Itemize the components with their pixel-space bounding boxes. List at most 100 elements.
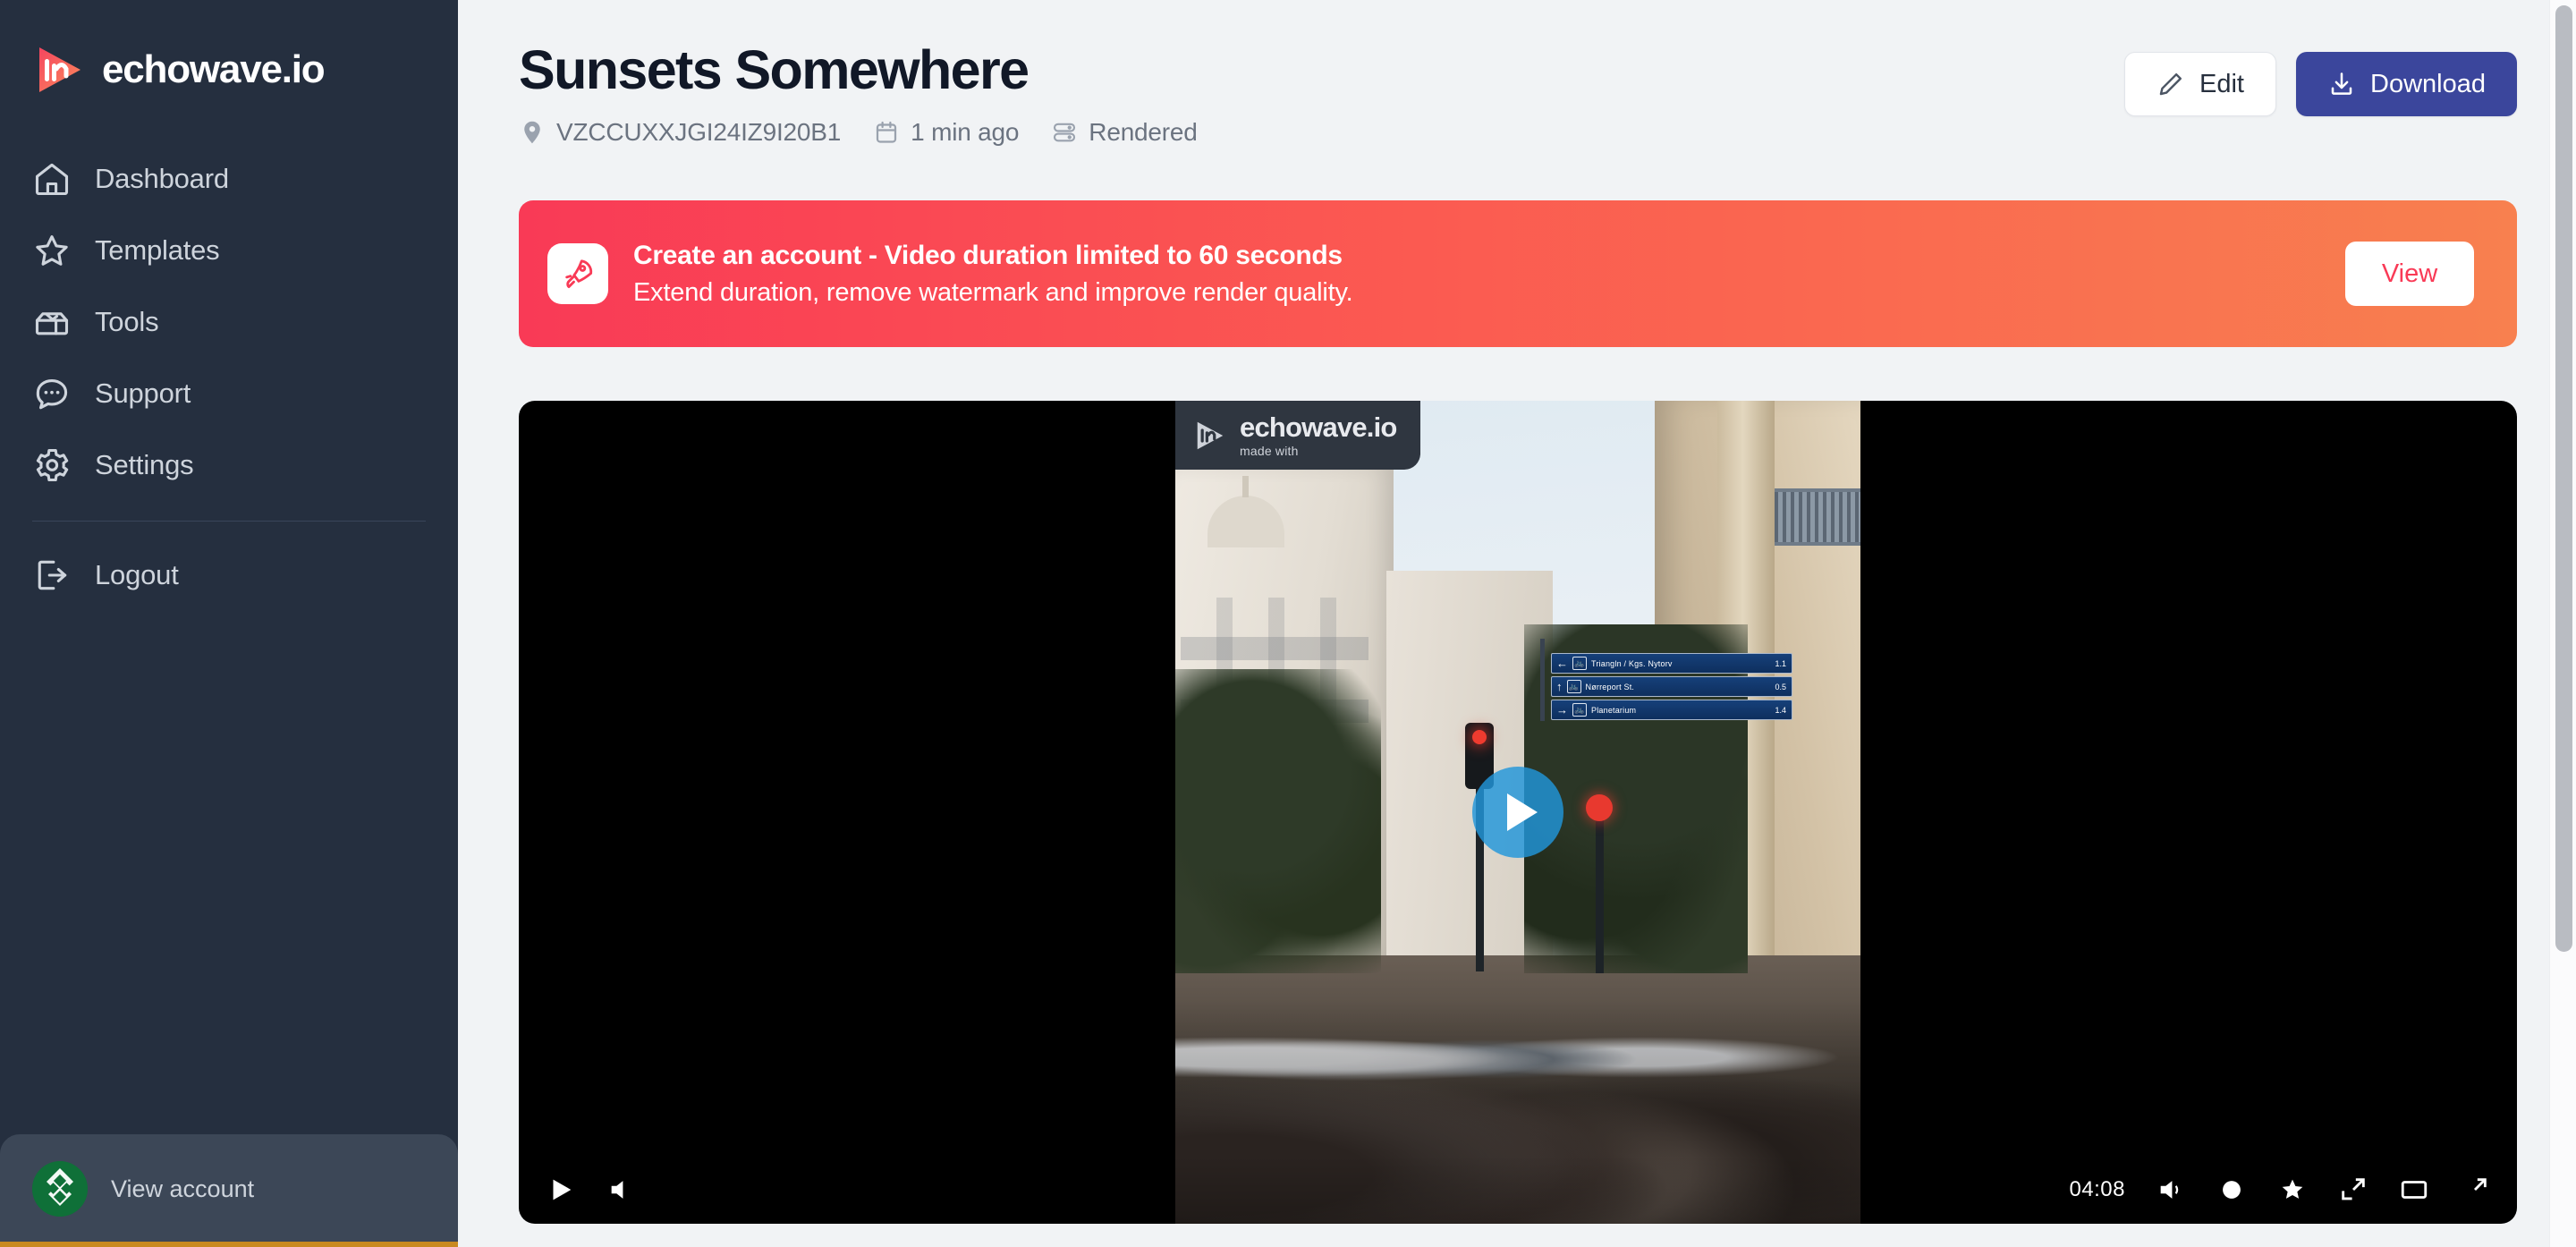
- view-account-button[interactable]: View account: [0, 1134, 458, 1247]
- sidebar-nav: Dashboard Templates Tools Support Settin…: [0, 143, 458, 611]
- scene-sign-post: [1540, 639, 1545, 722]
- sidebar-item-logout[interactable]: Logout: [0, 539, 458, 611]
- app-root: echowave.io Dashboard Templates Tools Su…: [0, 0, 2576, 1247]
- watermark-name: echowave.io: [1240, 411, 1397, 444]
- sidebar-item-label: Settings: [95, 449, 194, 480]
- server-icon: [1051, 119, 1078, 146]
- sidebar-item-label: Tools: [95, 306, 159, 337]
- scene-street-signs: ← 🚲 Triangln / Kgs. Nytorv 1.1 ↑ 🚲 Nørre…: [1540, 639, 1792, 725]
- arrow-up-icon: ↑: [1556, 680, 1563, 694]
- scene-trees-left: [1175, 669, 1381, 974]
- picture-in-picture-icon[interactable]: [2338, 1175, 2368, 1205]
- echowave-play-logo-icon: [1193, 419, 1227, 453]
- edit-button-label: Edit: [2199, 69, 2244, 98]
- play-icon[interactable]: [546, 1175, 576, 1205]
- upgrade-banner: Create an account - Video duration limit…: [519, 200, 2517, 348]
- watermark-text: echowave.io made with: [1240, 413, 1397, 457]
- banner-text: Create an account - Video duration limit…: [633, 241, 2345, 308]
- metadata-time-text: 1 min ago: [911, 118, 1020, 147]
- video-controls-left: [546, 1175, 637, 1205]
- sidebar-item-tools[interactable]: Tools: [0, 286, 458, 358]
- cog-icon[interactable]: [2216, 1175, 2247, 1205]
- sidebar: echowave.io Dashboard Templates Tools Su…: [0, 0, 458, 1247]
- gear-icon: [32, 445, 72, 485]
- bicycle-icon: 🚲: [1566, 680, 1581, 694]
- metadata-id: VZCCUXXJGI24IZ9I20B1: [519, 118, 841, 147]
- bicycle-icon: 🚲: [1572, 657, 1587, 671]
- page-scrollbar[interactable]: [2549, 0, 2576, 1247]
- home-icon: [32, 159, 72, 199]
- video-time: 04:08: [2069, 1177, 2125, 1202]
- watermark-subtitle: made with: [1240, 444, 1299, 459]
- location-pin-icon: [519, 119, 546, 146]
- street-sign-distance: 1.1: [1775, 658, 1786, 668]
- scrollbar-thumb[interactable]: [2555, 5, 2572, 952]
- video-player[interactable]: ← 🚲 Triangln / Kgs. Nytorv 1.1 ↑ 🚲 Nørre…: [519, 401, 2517, 1225]
- street-sign-distance: 1.4: [1775, 705, 1786, 715]
- sidebar-divider: [32, 521, 426, 522]
- sidebar-item-label: Logout: [95, 559, 179, 590]
- star-icon: [32, 231, 72, 270]
- echowave-play-logo-icon: [32, 42, 88, 98]
- header-actions: Edit Download: [2124, 41, 2517, 116]
- page-title: Sunsets Somewhere: [519, 39, 1030, 100]
- logout-icon: [32, 556, 72, 595]
- brand[interactable]: echowave.io: [0, 0, 458, 111]
- street-sign-text: Planetarium: [1591, 705, 1637, 715]
- avatar: [32, 1161, 88, 1217]
- sidebar-item-templates[interactable]: Templates: [0, 215, 458, 286]
- brand-name: echowave.io: [102, 47, 326, 91]
- street-sign: ↑ 🚲 Nørreport St. 0.5: [1551, 676, 1792, 698]
- video-controls: 04:08: [519, 1156, 2517, 1225]
- pencil-icon: [2157, 70, 2185, 98]
- street-sign: → 🚲 Planetarium 1.4: [1551, 700, 1792, 721]
- scene-traffic-light-2: [1586, 794, 1613, 974]
- sparkle-icon[interactable]: [2277, 1175, 2308, 1205]
- street-sign: ← 🚲 Triangln / Kgs. Nytorv 1.1: [1551, 653, 1792, 674]
- speaker-icon[interactable]: [2156, 1175, 2186, 1205]
- play-button[interactable]: [1472, 767, 1563, 859]
- banner-title: Create an account - Video duration limit…: [633, 240, 1343, 270]
- arrow-right-icon: →: [1556, 703, 1568, 717]
- sidebar-item-support[interactable]: Support: [0, 358, 458, 429]
- theater-mode-icon[interactable]: [2399, 1175, 2429, 1205]
- download-icon: [2327, 70, 2356, 98]
- calendar-icon: [873, 119, 900, 146]
- rocket-icon: [547, 243, 608, 305]
- video-controls-right: 04:08: [2069, 1175, 2490, 1205]
- title-block: Sunsets Somewhere VZCCUXXJGI24IZ9I20B1 1…: [519, 41, 1198, 147]
- sidebar-item-label: Support: [95, 377, 191, 409]
- download-button[interactable]: Download: [2296, 52, 2517, 116]
- arrow-left-icon: ←: [1556, 657, 1568, 671]
- sidebar-item-label: Dashboard: [95, 163, 229, 194]
- street-sign-text: Triangln / Kgs. Nytorv: [1591, 658, 1673, 668]
- sidebar-item-dashboard[interactable]: Dashboard: [0, 143, 458, 215]
- view-account-label: View account: [111, 1175, 255, 1202]
- page-header: Sunsets Somewhere VZCCUXXJGI24IZ9I20B1 1…: [519, 0, 2517, 147]
- metadata-row: VZCCUXXJGI24IZ9I20B1 1 min ago Rendered: [519, 118, 1198, 147]
- metadata-id-text: VZCCUXXJGI24IZ9I20B1: [556, 118, 842, 147]
- chat-bubble-icon: [32, 374, 72, 413]
- download-button-label: Download: [2370, 69, 2486, 98]
- street-sign-text: Nørreport St.: [1585, 682, 1635, 691]
- status-badge: Rendered: [1089, 118, 1198, 147]
- volume-icon[interactable]: [606, 1175, 637, 1205]
- play-icon: [1507, 793, 1538, 832]
- scene-balcony: [1775, 488, 1860, 547]
- banner-subtitle: Extend duration, remove watermark and im…: [633, 277, 1353, 307]
- metadata-time: 1 min ago: [873, 118, 1019, 147]
- scene-dome: [1208, 476, 1284, 548]
- bottom-accent-strip: [0, 1242, 458, 1247]
- edit-button[interactable]: Edit: [2124, 52, 2276, 116]
- sidebar-item-label: Templates: [95, 234, 220, 266]
- bicycle-icon: 🚲: [1572, 703, 1587, 717]
- video-watermark: echowave.io made with: [1175, 401, 1420, 471]
- fullscreen-icon[interactable]: [2460, 1175, 2490, 1205]
- metadata-status: Rendered: [1051, 118, 1198, 147]
- sidebar-item-settings[interactable]: Settings: [0, 429, 458, 501]
- main-content: Sunsets Somewhere VZCCUXXJGI24IZ9I20B1 1…: [458, 0, 2576, 1247]
- banner-view-button[interactable]: View: [2345, 242, 2474, 307]
- street-sign-distance: 0.5: [1775, 682, 1786, 691]
- toolbox-icon: [32, 302, 72, 342]
